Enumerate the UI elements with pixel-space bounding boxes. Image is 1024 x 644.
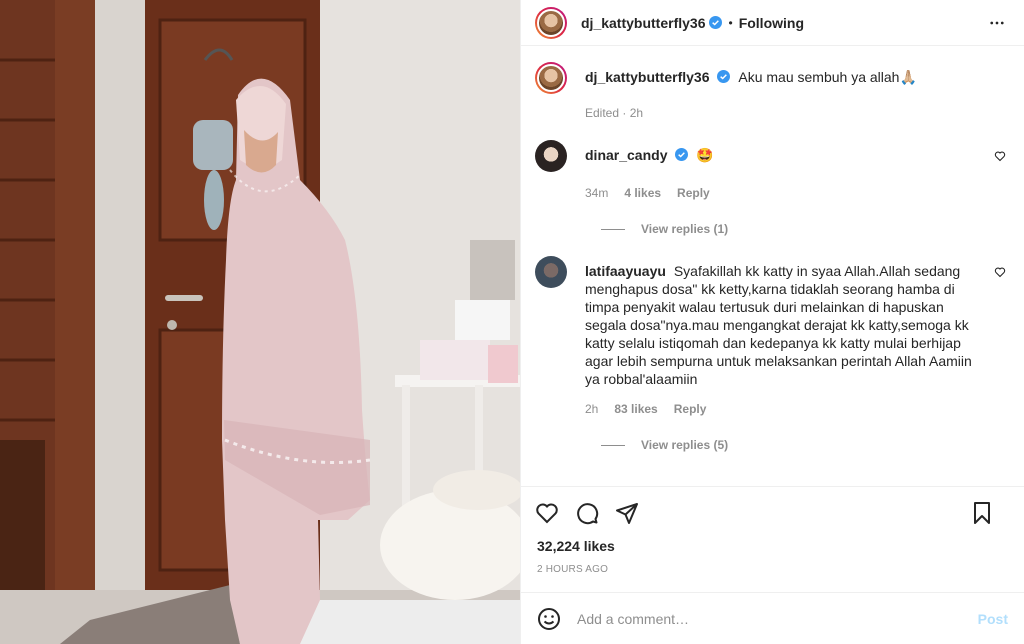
view-replies-button[interactable]: View replies (5): [601, 438, 1010, 452]
verified-badge-icon: [709, 16, 723, 29]
view-replies-label: View replies (1): [641, 222, 729, 236]
reply-button[interactable]: Reply: [677, 186, 710, 200]
view-replies-label: View replies (5): [641, 438, 729, 452]
comment-likes[interactable]: 83 likes: [614, 402, 657, 416]
comment-text: Syafakillah kk katty in syaa Allah.Allah…: [585, 263, 972, 387]
caption-username[interactable]: dj_kattybutterfly36: [585, 69, 709, 85]
caption: dj_kattybutterfly36 Aku mau sembuh ya al…: [535, 62, 1010, 94]
caption-text: Aku mau sembuh ya allah🙏🏼: [738, 69, 917, 85]
following-button[interactable]: Following: [739, 15, 804, 31]
comment-icon[interactable]: [575, 501, 599, 525]
comment-time[interactable]: 2h: [585, 402, 598, 416]
bookmark-icon[interactable]: [970, 501, 994, 525]
commenter-avatar[interactable]: [535, 256, 567, 288]
post-actions: [521, 486, 1024, 538]
comment-like-heart-icon[interactable]: [994, 266, 1006, 278]
post-timestamp[interactable]: 2 HOURS AGO: [521, 558, 1024, 592]
edited-label: Edited · 2h: [585, 106, 644, 120]
comment-username[interactable]: dinar_candy: [585, 147, 667, 163]
reply-button[interactable]: Reply: [674, 402, 707, 416]
likes-count[interactable]: 32,224 likes: [521, 538, 1024, 558]
post-image: [0, 0, 520, 644]
separator: •: [728, 15, 733, 30]
author-avatar[interactable]: [535, 62, 567, 94]
verified-badge-icon: [717, 70, 731, 83]
comment-time[interactable]: 34m: [585, 186, 608, 200]
comment-meta: 34m 4 likes Reply: [585, 186, 1010, 200]
commenter-avatar[interactable]: [535, 140, 567, 172]
comments-list[interactable]: dj_kattybutterfly36 Aku mau sembuh ya al…: [521, 46, 1024, 486]
comment-meta: 2h 83 likes Reply: [585, 402, 1010, 416]
comment-item: latifaayuayu Syafakillah kk katty in sya…: [535, 256, 1010, 388]
post-sidebar: dj_kattybutterfly36 • Following dj_katty…: [520, 0, 1024, 644]
add-comment-input[interactable]: [577, 610, 978, 627]
comment-like-heart-icon[interactable]: [994, 150, 1006, 162]
comment-username[interactable]: latifaayuayu: [585, 263, 666, 279]
heart-icon[interactable]: [535, 501, 559, 525]
more-horizontal-icon[interactable]: [986, 14, 1008, 32]
emoji-icon[interactable]: [537, 607, 561, 631]
comment-item: dinar_candy 🤩: [535, 140, 1010, 172]
post-photo[interactable]: [0, 0, 520, 644]
add-comment-bar: Post: [521, 592, 1024, 644]
author-avatar[interactable]: [535, 6, 567, 39]
share-icon[interactable]: [615, 501, 639, 525]
comment-likes[interactable]: 4 likes: [624, 186, 661, 200]
caption-meta: Edited · 2h: [585, 106, 1010, 120]
comment-text: 🤩: [696, 147, 714, 163]
verified-badge-icon: [675, 148, 689, 161]
view-replies-button[interactable]: View replies (1): [601, 222, 1010, 236]
post-header: dj_kattybutterfly36 • Following: [521, 0, 1024, 46]
author-username[interactable]: dj_kattybutterfly36: [581, 15, 705, 31]
post-comment-button[interactable]: Post: [978, 611, 1008, 627]
